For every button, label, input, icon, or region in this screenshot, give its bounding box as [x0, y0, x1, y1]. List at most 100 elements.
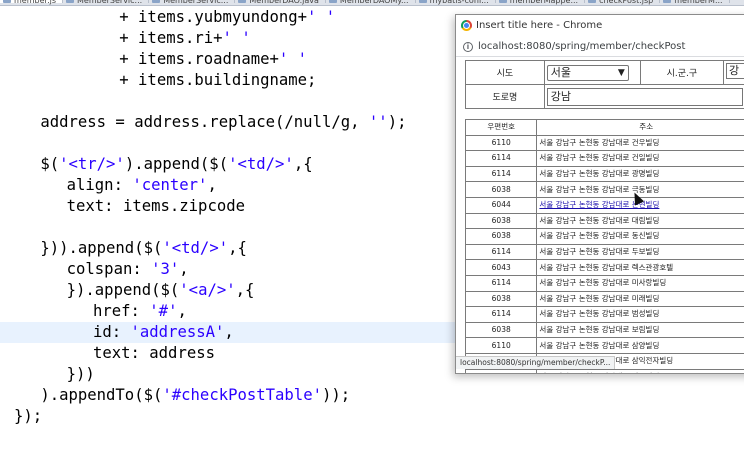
chevron-down-icon: ▼: [617, 67, 625, 78]
table-row: 서울 강남구 논현동 강남대로 삼주빌딩: [464, 368, 744, 373]
address-link[interactable]: 서울 강남구 논현동 강남대로 렉스관광호텔: [539, 263, 673, 272]
table-row: 6114 서울 강남구 논현동 강남대로 미사랑빌딩: [464, 274, 744, 292]
address-link[interactable]: 서울 강남구 논현동 강남대로 삼주빌딩: [539, 372, 659, 373]
code-string-token: '<a/>': [179, 281, 236, 299]
code-line[interactable]: ).appendTo($('#checkPostTable'));: [0, 385, 744, 406]
address-link[interactable]: 서울 강남구 논현동 강남대로 건일빌딩: [539, 153, 659, 162]
info-icon[interactable]: i: [463, 42, 473, 52]
popup-title-bar[interactable]: Insert title here - Chrome: [456, 15, 744, 37]
table-row: 6114 서울 강남구 논현동 강남대로 범성빌딩: [464, 306, 744, 323]
table-header-row: 우편번호 주소: [464, 119, 744, 136]
editor-tab-label: checkPost.jsp: [599, 0, 654, 5]
chrome-icon: [461, 20, 472, 31]
editor-tab-label: MemberServic...: [77, 0, 143, 5]
code-string-token: ' ': [222, 29, 251, 47]
code-token: address = address.replace(/null/g,: [40, 113, 369, 131]
editor-tab-label: MemberDAOMy...: [339, 0, 409, 5]
address-link[interactable]: 서울 강남구 논현동 강남대로 건우빌딩: [539, 138, 659, 147]
address-link[interactable]: 서울 강남구 논현동 강남대로 미사랑빌딩: [539, 278, 666, 287]
code-token: ,: [179, 260, 189, 278]
file-icon: [238, 0, 247, 3]
address-link[interactable]: 서울 강남구 논현동 강남대로 대림빌딩: [539, 216, 659, 225]
code-string-token: '': [368, 113, 388, 131]
code-token: }).append($(: [66, 281, 180, 299]
code-token: text: address: [92, 344, 216, 362]
table-row: 6038 서울 강남구 논현동 강남대로 보림빌딩: [464, 321, 744, 339]
address-cell: 서울 강남구 논현동 강남대로 렉스관광호텔: [536, 259, 744, 276]
address-link[interactable]: 서울 강남구 논현동 강남대로 광명빌딩: [539, 169, 659, 178]
code-string-token: '3': [151, 260, 180, 278]
editor-tab[interactable]: MemberDAOMy...: [326, 0, 416, 5]
editor-tab[interactable]: MemberDAO.java: [235, 0, 326, 5]
address-header: 주소: [536, 119, 744, 136]
address-cell: 서울 강남구 논현동 강남대로 삼양빌딩: [536, 337, 744, 354]
file-icon: [66, 0, 74, 3]
address-cell: 서울 강남구 논현동 강남대로 두보빌딩: [536, 243, 744, 261]
zipcode-cell: 6114: [464, 306, 538, 323]
code-token: + items.roadname+: [119, 50, 279, 68]
code-token: + items.buildingname;: [119, 71, 317, 89]
code-token: );: [387, 113, 407, 131]
editor-tab[interactable]: member.js: [0, 0, 63, 5]
zipcode-cell: 6038: [464, 228, 538, 245]
code-token: ).append($(: [124, 155, 229, 173]
sigungu-select[interactable]: 강: [726, 63, 744, 79]
editor-tab-label: memberMappe...: [509, 0, 579, 5]
code-line[interactable]: });: [0, 406, 744, 427]
address-link[interactable]: 서울 강남구 논현동 강남대로 범성빌딩: [539, 309, 659, 318]
address-link[interactable]: 서울 강남구 논현동 강남대로 두보빌딩: [539, 247, 659, 256]
address-cell: 서울 강남구 논현동 강남대로 미사랑빌딩: [536, 274, 744, 292]
sido-select[interactable]: 서울 ▼: [546, 64, 629, 81]
road-name-input[interactable]: 강남: [546, 87, 743, 106]
address-link[interactable]: 서울 강남구 논현동 강남대로 동신빌딩: [539, 231, 659, 240]
table-row: 6043 서울 강남구 논현동 강남대로 렉스관광호텔: [464, 259, 744, 276]
zipcode-cell: 6110: [464, 337, 538, 354]
code-string-token: 'center': [132, 176, 208, 194]
code-token: ).appendTo($(: [40, 386, 163, 404]
address-url: localhost:8080/spring/member/checkPost: [478, 41, 686, 52]
editor-tab[interactable]: MemberServic...: [149, 0, 236, 5]
sido-select-value: 서울: [550, 65, 572, 79]
zipcode-header: 우편번호: [464, 119, 538, 136]
code-token: href:: [92, 302, 150, 320]
road-label: 도로명: [465, 84, 545, 109]
popup-title: Insert title here - Chrome: [476, 20, 603, 31]
code-string-token: ' ': [307, 8, 336, 26]
code-token: ));: [321, 386, 351, 404]
zipcode-cell: 6114: [464, 274, 538, 292]
table-row: 6110 서울 강남구 논현동 강남대로 삼양빌딩: [464, 337, 744, 354]
zipcode-cell: 6038: [464, 290, 538, 308]
address-link[interactable]: 서울 강남구 논현동 강남대로 극동빌딩: [539, 185, 659, 194]
code-string-token: '<td/>': [228, 155, 294, 173]
editor-tab[interactable]: memberM...: [660, 0, 730, 5]
sido-label: 시도: [465, 60, 545, 85]
editor-tab-label: member.js: [14, 0, 56, 5]
editor-tab[interactable]: mybatis-conf...: [416, 0, 496, 5]
address-link[interactable]: 서울 강남구 논현동 강남대로 삼양빌딩: [539, 341, 659, 350]
editor-tab[interactable]: checkPost.jsp: [585, 0, 661, 5]
editor-tab-label: MemberDAO.java: [249, 0, 319, 5]
table-row: 6114 서울 강남구 논현동 강남대로 건일빌딩: [464, 150, 744, 167]
code-token: text: items.zipcode: [66, 197, 246, 215]
address-cell: 서울 강남구 논현동 강남대로 미래빌딩: [536, 290, 744, 308]
browser-popup-window: Insert title here - Chrome i localhost:8…: [455, 14, 744, 374]
zipcode-cell: 6038: [464, 181, 538, 198]
address-cell: 서울 강남구 논현동 강남대로 광명빌딩: [536, 165, 744, 183]
editor-tab[interactable]: MemberServic...: [63, 0, 150, 5]
code-string-token: '#': [149, 302, 178, 320]
address-cell: 서울 강남구 논현동 강남대로 삼주빌딩: [536, 368, 744, 373]
post-result-table: 우편번호 주소 6110 서울 강남구 논현동 강남대로 건우빌딩 6114 서울 강…: [464, 119, 744, 373]
zipcode-cell: [464, 368, 538, 373]
address-link[interactable]: 서울 강남구 논현동 강남대로 미래빌딩: [539, 294, 659, 303]
address-bar[interactable]: i localhost:8080/spring/member/checkPost: [456, 37, 744, 57]
address-link[interactable]: 서울 강남구 논현동 강남대로 보림빌딩: [539, 325, 659, 334]
code-token: ,{: [235, 281, 255, 299]
editor-tab-label: MemberServic...: [163, 0, 229, 5]
code-token: colspan:: [66, 260, 152, 278]
zipcode-cell: 6038: [464, 321, 538, 339]
code-string-token: '#checkPostTable': [162, 386, 322, 404]
file-icon: [588, 0, 597, 3]
file-icon: [498, 0, 507, 3]
editor-tab[interactable]: memberMappe...: [496, 0, 586, 5]
code-string-token: '<tr/>': [59, 155, 125, 173]
